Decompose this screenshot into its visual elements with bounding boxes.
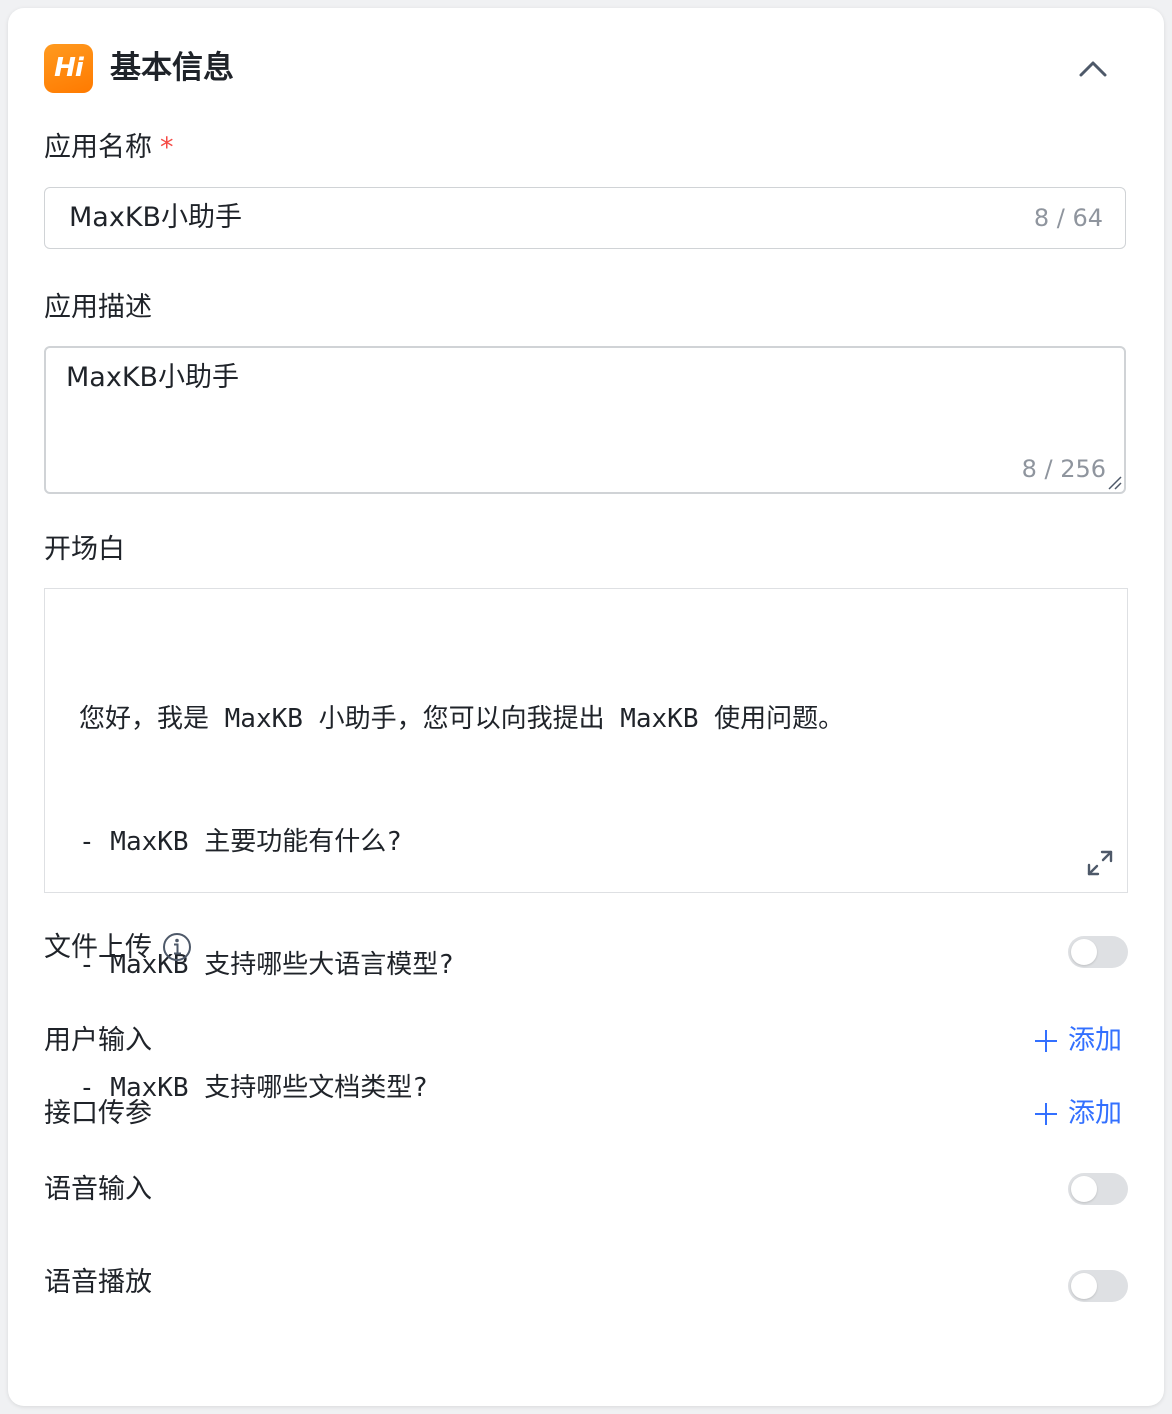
file-upload-row: 文件上传 — [44, 930, 192, 966]
app-description-textarea[interactable]: MaxKB小助手 8 / 256 — [44, 346, 1126, 494]
plus-icon — [1035, 1030, 1057, 1052]
voice-input-label: 语音输入 — [44, 1174, 152, 1205]
section-title: 基本信息 — [110, 50, 234, 86]
basic-info-card: Hi 基本信息 应用名称 * MaxKB小助手 8 / 64 应用描述 MaxKB… — [8, 8, 1164, 1406]
chevron-up-icon — [1079, 61, 1107, 77]
plus-icon — [1035, 1103, 1057, 1125]
app-name-label-text: 应用名称 — [44, 132, 152, 163]
prologue-line: 您好，我是 MaxKB 小助手，您可以向我提出 MaxKB 使用问题。 — [79, 704, 845, 734]
user-input-add-button[interactable]: 添加 — [1034, 1023, 1122, 1059]
prologue-content: 您好，我是 MaxKB 小助手，您可以向我提出 MaxKB 使用问题。 - Ma… — [79, 617, 844, 1191]
app-name-input[interactable]: MaxKB小助手 8 / 64 — [44, 187, 1126, 249]
voice-playback-switch[interactable] — [1068, 1270, 1128, 1302]
app-description-value: MaxKB小助手 — [66, 362, 240, 393]
voice-input-switch[interactable] — [1068, 1173, 1128, 1205]
collapse-button[interactable] — [1074, 50, 1112, 88]
prologue-line: - MaxKB 主要功能有什么? — [79, 827, 402, 857]
switch-knob — [1071, 1273, 1097, 1299]
app-description-counter: 8 / 256 — [1021, 455, 1106, 483]
app-description-label: 应用描述 — [44, 292, 152, 323]
app-name-value: MaxKB小助手 — [69, 202, 243, 233]
prologue-line: - MaxKB 支持哪些大语言模型? — [79, 950, 454, 980]
required-mark: * — [160, 132, 174, 163]
switch-knob — [1071, 1176, 1097, 1202]
resize-handle-icon[interactable] — [1106, 474, 1122, 490]
api-params-add-label: 添加 — [1068, 1098, 1122, 1129]
prologue-line: - MaxKB 支持哪些文档类型? — [79, 1073, 428, 1103]
section-header: Hi 基本信息 — [44, 44, 1128, 94]
file-upload-switch[interactable] — [1068, 936, 1128, 968]
voice-playback-label: 语音播放 — [44, 1267, 152, 1298]
info-icon[interactable] — [162, 932, 192, 962]
switch-knob — [1071, 939, 1097, 965]
prologue-editor[interactable]: 您好，我是 MaxKB 小助手，您可以向我提出 MaxKB 使用问题。 - Ma… — [44, 588, 1128, 1103]
file-upload-label: 文件上传 — [44, 932, 152, 963]
prologue-label: 开场白 — [44, 534, 125, 565]
api-params-add-button[interactable]: 添加 — [1034, 1096, 1122, 1132]
app-name-label: 应用名称 * — [44, 130, 174, 166]
expand-icon[interactable] — [1085, 848, 1115, 878]
user-input-label: 用户输入 — [44, 1025, 152, 1056]
api-params-label: 接口传参 — [44, 1098, 152, 1129]
app-logo: Hi — [44, 44, 93, 93]
user-input-add-label: 添加 — [1068, 1025, 1122, 1056]
app-name-counter: 8 / 64 — [1033, 204, 1103, 232]
